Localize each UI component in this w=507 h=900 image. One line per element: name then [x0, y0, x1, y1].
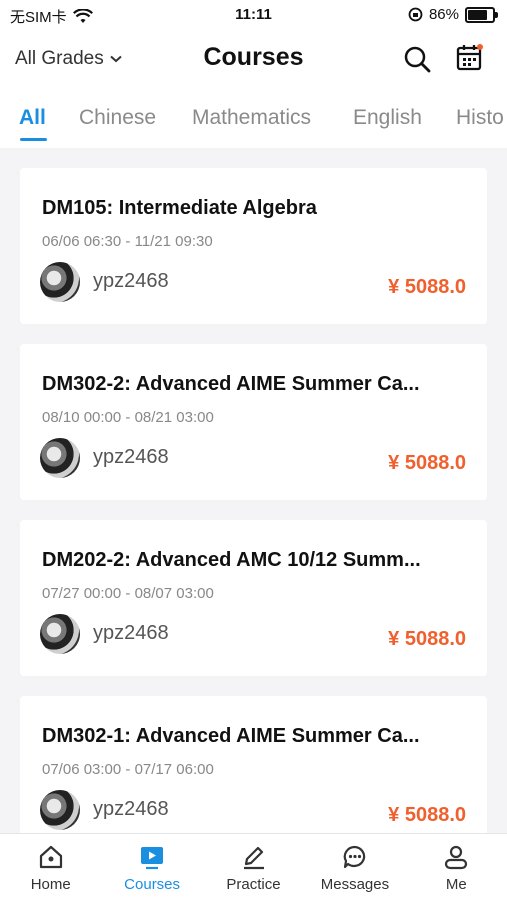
- course-dates: 07/06 03:00 - 07/17 06:00: [42, 761, 214, 778]
- tab-history[interactable]: Histo: [456, 106, 504, 130]
- search-icon[interactable]: [402, 44, 432, 74]
- nav-me-label: Me: [445, 876, 467, 893]
- home-icon: [39, 845, 62, 869]
- course-price: ¥ 5088.0: [388, 276, 466, 298]
- active-tab-indicator: [20, 138, 47, 141]
- status-right: 86%: [408, 6, 498, 23]
- course-dates: 08/10 00:00 - 08/21 03:00: [42, 409, 214, 426]
- avatar: [40, 438, 80, 478]
- subject-tabs: All Chinese Mathematics English Histo: [0, 86, 507, 148]
- course-title: DM302-1: Advanced AIME Summer Ca...: [42, 725, 420, 747]
- avatar: [40, 790, 80, 830]
- bottom-nav: Home Courses Practice Messages Me: [0, 833, 507, 900]
- tab-chinese[interactable]: Chinese: [79, 106, 156, 130]
- course-author: ypz2468: [93, 798, 169, 820]
- course-list: DM105: Intermediate Algebra 06/06 06:30 …: [20, 168, 487, 872]
- course-card[interactable]: DM302-2: Advanced AIME Summer Ca... 08/1…: [20, 344, 487, 500]
- course-title: DM302-2: Advanced AIME Summer Ca...: [42, 373, 420, 395]
- nav-practice-label: Practice: [226, 876, 281, 893]
- status-bar: 无SIM卡 11:11 86%: [0, 0, 507, 32]
- course-author: ypz2468: [93, 270, 169, 292]
- battery-percent: 86%: [428, 6, 459, 23]
- user-icon: [445, 845, 468, 870]
- nav-messages-label: Messages: [320, 876, 390, 893]
- nav-home[interactable]: Home: [0, 834, 101, 900]
- course-card[interactable]: DM202-2: Advanced AMC 10/12 Summ... 07/2…: [20, 520, 487, 676]
- course-title: DM202-2: Advanced AMC 10/12 Summ...: [42, 549, 421, 571]
- tab-all[interactable]: All: [19, 106, 46, 130]
- nav-home-label: Home: [30, 876, 71, 893]
- course-price: ¥ 5088.0: [388, 452, 466, 474]
- nav-courses[interactable]: Courses: [101, 834, 202, 900]
- course-price: ¥ 5088.0: [388, 628, 466, 650]
- course-author: ypz2468: [93, 622, 169, 644]
- tab-english[interactable]: English: [353, 106, 422, 130]
- nav-messages[interactable]: Messages: [304, 834, 405, 900]
- battery-icon: [465, 6, 498, 23]
- course-price: ¥ 5088.0: [388, 804, 466, 826]
- tab-mathematics[interactable]: Mathematics: [192, 106, 311, 130]
- play-icon: [141, 847, 164, 870]
- calendar-icon[interactable]: [455, 43, 485, 73]
- chat-icon: [343, 845, 366, 869]
- course-title: DM105: Intermediate Algebra: [42, 197, 317, 219]
- course-card[interactable]: DM302-1: Advanced AIME Summer Ca... 07/0…: [20, 696, 487, 852]
- header: All Grades Courses: [0, 32, 507, 86]
- avatar: [40, 614, 80, 654]
- battery-fill: [468, 9, 487, 20]
- nav-practice[interactable]: Practice: [203, 834, 304, 900]
- course-card[interactable]: DM105: Intermediate Algebra 06/06 06:30 …: [20, 168, 487, 324]
- nav-courses-label: Courses: [124, 876, 181, 893]
- avatar: [40, 262, 80, 302]
- course-author: ypz2468: [93, 446, 169, 468]
- course-dates: 07/27 00:00 - 08/07 03:00: [42, 585, 214, 602]
- pencil-icon: [243, 846, 264, 870]
- nav-me[interactable]: Me: [406, 834, 507, 900]
- course-dates: 06/06 06:30 - 11/21 09:30: [42, 233, 213, 250]
- orientation-lock-icon: [408, 7, 423, 22]
